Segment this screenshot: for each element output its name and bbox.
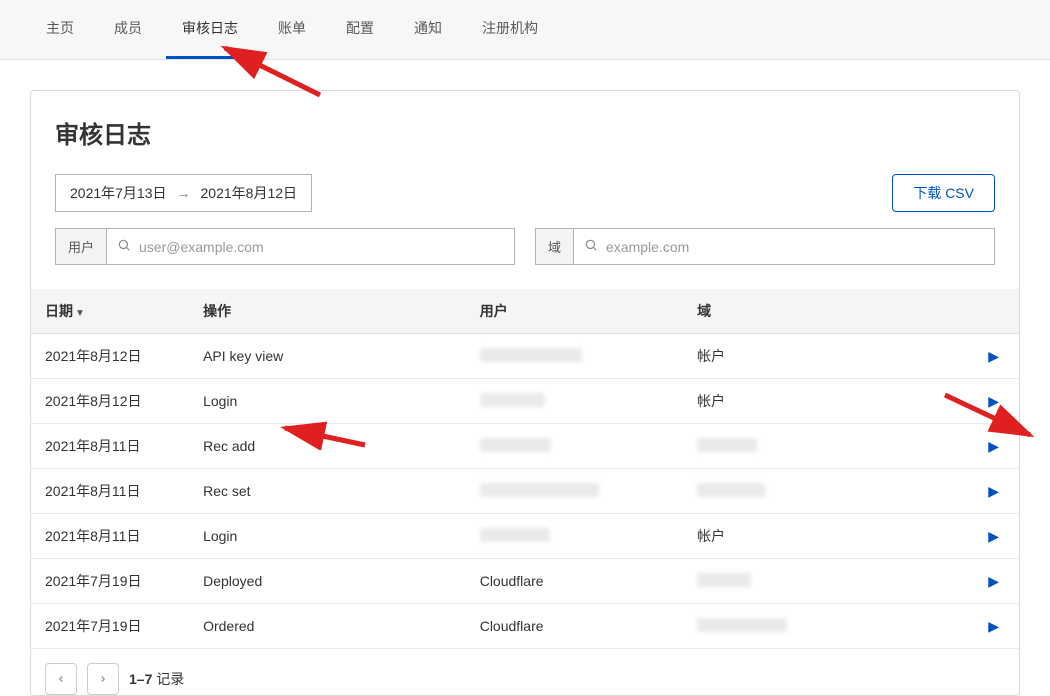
cell-operation: Login — [189, 514, 466, 559]
tab-config[interactable]: 配置 — [330, 0, 390, 59]
cell-operation: Login — [189, 379, 466, 424]
expand-icon[interactable]: ▶ — [988, 393, 999, 409]
domain-filter-label: 域 — [536, 229, 574, 264]
cell-domain — [683, 604, 960, 649]
cell-user: Cloudflare — [466, 559, 683, 604]
cell-user: Cloudflare — [466, 604, 683, 649]
page-title: 审核日志 — [55, 115, 995, 150]
cell-date: 2021年8月12日 — [31, 379, 189, 424]
cell-user — [466, 379, 683, 424]
cell-domain: 帐户 — [683, 379, 960, 424]
cell-domain — [683, 424, 960, 469]
tab-audit-log[interactable]: 审核日志 — [166, 0, 254, 59]
expand-icon[interactable]: ▶ — [988, 618, 999, 634]
cell-expand: ▶ — [960, 424, 1019, 469]
th-user: 用户 — [466, 289, 683, 334]
date-range-picker[interactable]: 2021年7月13日 → 2021年8月12日 — [55, 174, 312, 212]
page-info: 1–7 记录 — [129, 669, 184, 689]
th-domain: 域 — [683, 289, 960, 334]
cell-expand: ▶ — [960, 604, 1019, 649]
cell-expand: ▶ — [960, 379, 1019, 424]
tab-home[interactable]: 主页 — [30, 0, 90, 59]
cell-date: 2021年7月19日 — [31, 604, 189, 649]
top-tabs: 主页 成员 审核日志 账单 配置 通知 注册机构 — [0, 0, 1050, 60]
cell-user — [466, 514, 683, 559]
expand-icon[interactable]: ▶ — [988, 348, 999, 364]
arrow-right-icon: → — [177, 185, 191, 201]
cell-user — [466, 469, 683, 514]
table-row: 2021年7月19日OrderedCloudflare ▶ — [31, 604, 1019, 649]
table-row: 2021年8月11日Rec add ▶ — [31, 424, 1019, 469]
cell-operation: Deployed — [189, 559, 466, 604]
cell-operation: Rec add — [189, 424, 466, 469]
tab-billing[interactable]: 账单 — [262, 0, 322, 59]
expand-icon[interactable]: ▶ — [988, 483, 999, 499]
date-to: 2021年8月12日 — [201, 183, 298, 203]
search-icon — [584, 238, 598, 255]
prev-page-button[interactable] — [45, 663, 77, 695]
search-icon — [117, 238, 131, 255]
table-row: 2021年8月12日API key view 帐户 ▶ — [31, 334, 1019, 379]
table-row: 2021年8月12日Login 帐户 ▶ — [31, 379, 1019, 424]
cell-domain — [683, 559, 960, 604]
date-from: 2021年7月13日 — [70, 183, 167, 203]
download-csv-button[interactable]: 下载 CSV — [892, 174, 995, 212]
th-operation: 操作 — [189, 289, 466, 334]
table-row: 2021年7月19日DeployedCloudflare ▶ — [31, 559, 1019, 604]
table-row: 2021年8月11日Rec set ▶ — [31, 469, 1019, 514]
cell-date: 2021年8月11日 — [31, 424, 189, 469]
cell-user — [466, 334, 683, 379]
table-row: 2021年8月11日Login 帐户 ▶ — [31, 514, 1019, 559]
cell-date: 2021年8月11日 — [31, 514, 189, 559]
audit-log-table: 日期▼ 操作 用户 域 2021年8月12日API key view帐户▶202… — [31, 289, 1019, 649]
cell-date: 2021年8月12日 — [31, 334, 189, 379]
cell-date: 2021年8月11日 — [31, 469, 189, 514]
user-filter: 用户 — [55, 228, 515, 265]
expand-icon[interactable]: ▶ — [988, 573, 999, 589]
tab-notifications[interactable]: 通知 — [398, 0, 458, 59]
expand-icon[interactable]: ▶ — [988, 438, 999, 454]
cell-date: 2021年7月19日 — [31, 559, 189, 604]
cell-expand: ▶ — [960, 334, 1019, 379]
cell-domain: 帐户 — [683, 514, 960, 559]
cell-domain — [683, 469, 960, 514]
next-page-button[interactable] — [87, 663, 119, 695]
cell-expand: ▶ — [960, 559, 1019, 604]
cell-expand: ▶ — [960, 469, 1019, 514]
domain-filter: 域 — [535, 228, 995, 265]
cell-domain: 帐户 — [683, 334, 960, 379]
audit-log-card: 审核日志 2021年7月13日 → 2021年8月12日 下载 CSV 用户 — [30, 90, 1020, 696]
th-date[interactable]: 日期▼ — [31, 289, 189, 334]
expand-icon[interactable]: ▶ — [988, 528, 999, 544]
sort-desc-icon: ▼ — [75, 308, 85, 319]
user-filter-label: 用户 — [56, 229, 107, 264]
cell-operation: Rec set — [189, 469, 466, 514]
pagination: 1–7 记录 — [31, 649, 1019, 695]
cell-operation: Ordered — [189, 604, 466, 649]
user-filter-input[interactable] — [139, 231, 504, 263]
tab-members[interactable]: 成员 — [98, 0, 158, 59]
domain-filter-input[interactable] — [606, 231, 984, 263]
tab-registrar[interactable]: 注册机构 — [466, 0, 554, 59]
cell-operation: API key view — [189, 334, 466, 379]
cell-expand: ▶ — [960, 514, 1019, 559]
cell-user — [466, 424, 683, 469]
